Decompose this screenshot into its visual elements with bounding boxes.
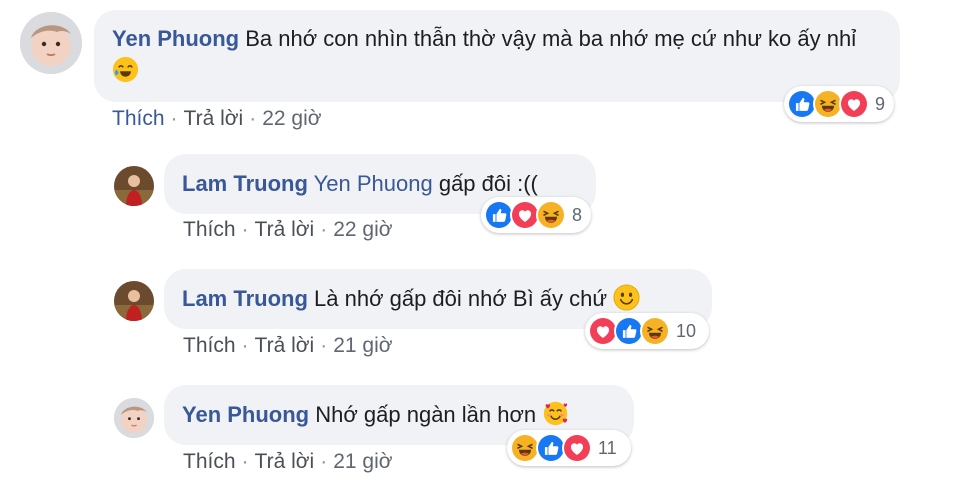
comment-actions: Thích · Trả lời · 21 giờ xyxy=(183,450,393,474)
separator: · xyxy=(249,107,257,130)
reply-button[interactable]: Trả lời xyxy=(255,334,315,358)
like-button[interactable]: Thích xyxy=(183,218,236,242)
separator: · xyxy=(170,107,178,130)
separator: · xyxy=(241,450,249,473)
separator: · xyxy=(241,218,249,241)
like-button[interactable]: Thích xyxy=(112,107,165,131)
baby-photo-icon xyxy=(114,398,154,438)
mention-link[interactable]: Yen Phuong xyxy=(314,171,433,196)
crying-laughing-face-icon xyxy=(112,56,139,83)
author-name[interactable]: Lam Truong xyxy=(182,171,308,196)
haha-reaction-icon xyxy=(536,200,566,230)
comment-text: Nhớ gấp ngàn lần hơn xyxy=(315,402,537,427)
comment-actions: Thích · Trả lời · 22 giờ xyxy=(183,218,393,242)
timestamp[interactable]: 21 giờ xyxy=(333,450,392,474)
like-button[interactable]: Thích xyxy=(183,334,236,358)
avatar[interactable] xyxy=(114,281,154,321)
separator: · xyxy=(241,334,249,357)
reply-button[interactable]: Trả lời xyxy=(255,218,315,242)
timestamp[interactable]: 22 giờ xyxy=(262,107,321,131)
smiling-face-with-hearts-icon xyxy=(542,400,569,427)
avatar[interactable] xyxy=(114,398,154,438)
person-photo-icon xyxy=(114,281,154,321)
comment-actions: Thích · Trả lời · 22 giờ xyxy=(112,107,322,131)
comment-actions: Thích · Trả lời · 21 giờ xyxy=(183,334,393,358)
comment-bubble: Yen Phuong Ba nhớ con nhìn thẫn thờ vậy … xyxy=(94,10,900,102)
like-button[interactable]: Thích xyxy=(183,450,236,474)
reaction-summary[interactable]: 9 xyxy=(784,86,894,122)
avatar[interactable] xyxy=(20,12,82,74)
comment-text: Ba nhớ con nhìn thẫn thờ vậy mà ba nhớ m… xyxy=(245,26,857,51)
comment-text: Là nhớ gấp đôi nhớ Bì ấy chứ xyxy=(314,286,608,311)
author-name[interactable]: Yen Phuong xyxy=(112,26,239,51)
author-name[interactable]: Yen Phuong xyxy=(182,402,309,427)
baby-photo-icon xyxy=(20,12,82,74)
reaction-summary[interactable]: 11 xyxy=(507,430,631,466)
reply-button[interactable]: Trả lời xyxy=(184,107,244,131)
reply-button[interactable]: Trả lời xyxy=(255,450,315,474)
timestamp[interactable]: 21 giờ xyxy=(333,334,392,358)
separator: · xyxy=(320,334,328,357)
timestamp[interactable]: 22 giờ xyxy=(333,218,392,242)
person-photo-icon xyxy=(114,166,154,206)
reaction-count: 9 xyxy=(875,93,886,114)
separator: · xyxy=(320,218,328,241)
smiling-face-icon xyxy=(613,284,640,311)
comment-text: gấp đôi :(( xyxy=(438,171,538,196)
reaction-count: 8 xyxy=(572,204,583,225)
love-reaction-icon xyxy=(562,433,592,463)
love-reaction-icon xyxy=(839,89,869,119)
author-name[interactable]: Lam Truong xyxy=(182,286,308,311)
haha-reaction-icon xyxy=(640,316,670,346)
reaction-count: 11 xyxy=(598,437,617,458)
avatar[interactable] xyxy=(114,166,154,206)
separator: · xyxy=(320,450,328,473)
reaction-summary[interactable]: 8 xyxy=(481,197,591,233)
reaction-summary[interactable]: 10 xyxy=(585,313,709,349)
reaction-count: 10 xyxy=(676,320,697,341)
